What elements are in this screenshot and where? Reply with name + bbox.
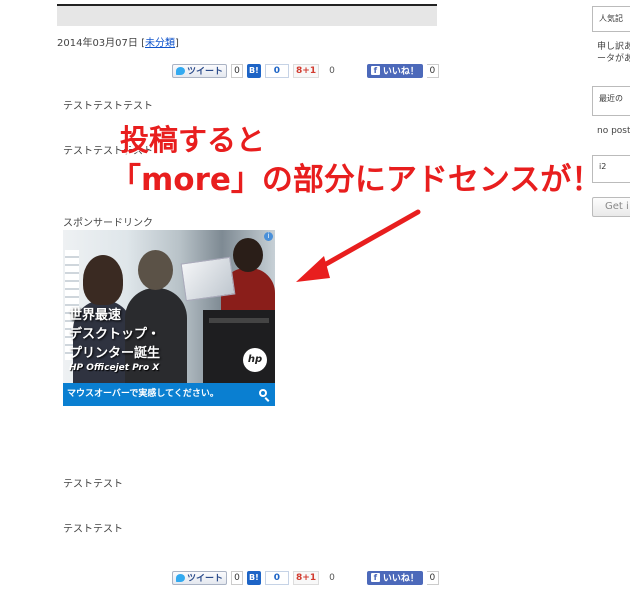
popular-posts-text-1: 申し訳あ (597, 42, 630, 52)
sponsored-label: スポンサードリンク (63, 218, 153, 229)
post-paragraph-4: テストテスト (63, 524, 123, 535)
info-icon[interactable]: i (264, 232, 273, 241)
sidebar: 人気記 申し訳あ ータがあ 最近の no post i2 Get i (592, 0, 630, 593)
post-title-bar (57, 4, 437, 26)
post-paragraph-3: テストテスト (63, 479, 123, 490)
post-paragraph-1: テストテストテスト (63, 101, 153, 112)
post-date: 2014年03月07日 (57, 38, 138, 49)
sidebar-input-value: i2 (599, 162, 607, 171)
facebook-like-button[interactable]: f いいね！ (366, 63, 423, 78)
ad-cta-bar[interactable]: マウスオーバーで実感してください。 (63, 383, 275, 406)
facebook-like-button[interactable]: f いいね！ (366, 570, 423, 585)
category-link[interactable]: 未分類 (145, 38, 175, 49)
red-arrow-icon (296, 209, 421, 282)
recent-posts-widget: 最近の (592, 86, 630, 116)
ad-printer (203, 310, 275, 383)
google-plus-button[interactable]: 8+1 (293, 570, 320, 585)
share-buttons-top: ツイート 0 B! 0 8+1 0 f いいね！ 0 (172, 63, 439, 78)
post-meta: 2014年03月07日 [未分類] (57, 34, 179, 49)
ad-headline-line1: 世界最速 (69, 308, 122, 323)
recent-posts-title: 最近の (599, 94, 623, 103)
hatena-count: 0 (264, 63, 290, 78)
popular-posts-widget: 人気記 (592, 6, 630, 32)
facebook-like-icon: f (370, 66, 380, 75)
tweet-button[interactable]: ツイート (172, 63, 228, 78)
share-buttons-bottom: ツイート 0 B! 0 8+1 0 f いいね！ 0 (172, 570, 439, 585)
tweet-button[interactable]: ツイート (172, 570, 228, 585)
facebook-like-label: いいね！ (382, 574, 419, 584)
sidebar-input-box[interactable]: i2 (592, 155, 630, 183)
hatena-bookmark-icon[interactable]: B! (247, 63, 261, 78)
get-button[interactable]: Get i (592, 197, 630, 217)
ad-person-man-head (138, 250, 173, 290)
twitter-bird-icon (176, 573, 185, 582)
adsense-banner[interactable]: 世界最速 デスクトップ・ プリンター誕生 HP Officejet Pro X … (63, 230, 275, 406)
facebook-like-label: いいね！ (382, 67, 419, 77)
ad-printed-paper (180, 256, 236, 302)
ad-person-presenter-head (233, 238, 263, 272)
popular-posts-title: 人気記 (599, 14, 623, 23)
hatena-bookmark-icon[interactable]: B! (247, 570, 261, 585)
hp-logo: hp (243, 348, 267, 372)
google-plus-count: 0 (329, 65, 335, 76)
google-plus-count: 0 (329, 572, 335, 583)
facebook-count: 0 (426, 63, 439, 78)
google-plus-button[interactable]: 8+1 (293, 63, 320, 78)
facebook-like-icon: f (370, 573, 380, 582)
annotation-line2: 「more」の部分にアドセンスが！ (110, 162, 603, 198)
ad-headline-line2: デスクトップ・ (69, 327, 161, 342)
popular-posts-text-2: ータがあ (597, 54, 630, 64)
facebook-count: 0 (426, 570, 439, 585)
ad-model-name: HP Officejet Pro X (69, 363, 160, 373)
tweet-label: ツイート (187, 67, 224, 77)
hatena-count: 0 (264, 570, 290, 585)
category-bracket-close: ] (175, 38, 179, 49)
recent-posts-text: no post (597, 126, 630, 136)
ad-person-woman-head (83, 255, 123, 305)
ad-headline-line3: プリンター誕生 (69, 346, 161, 361)
ad-headline: 世界最速 デスクトップ・ プリンター誕生 (69, 306, 160, 363)
tweet-label: ツイート (187, 574, 224, 584)
ad-cta-text: マウスオーバーで実感してください。 (67, 389, 219, 399)
magnifier-icon (259, 389, 267, 397)
twitter-bird-icon (176, 66, 185, 75)
annotation-line1: 投稿すると (120, 123, 266, 157)
tweet-count: 0 (231, 570, 244, 585)
tweet-count: 0 (231, 63, 244, 78)
